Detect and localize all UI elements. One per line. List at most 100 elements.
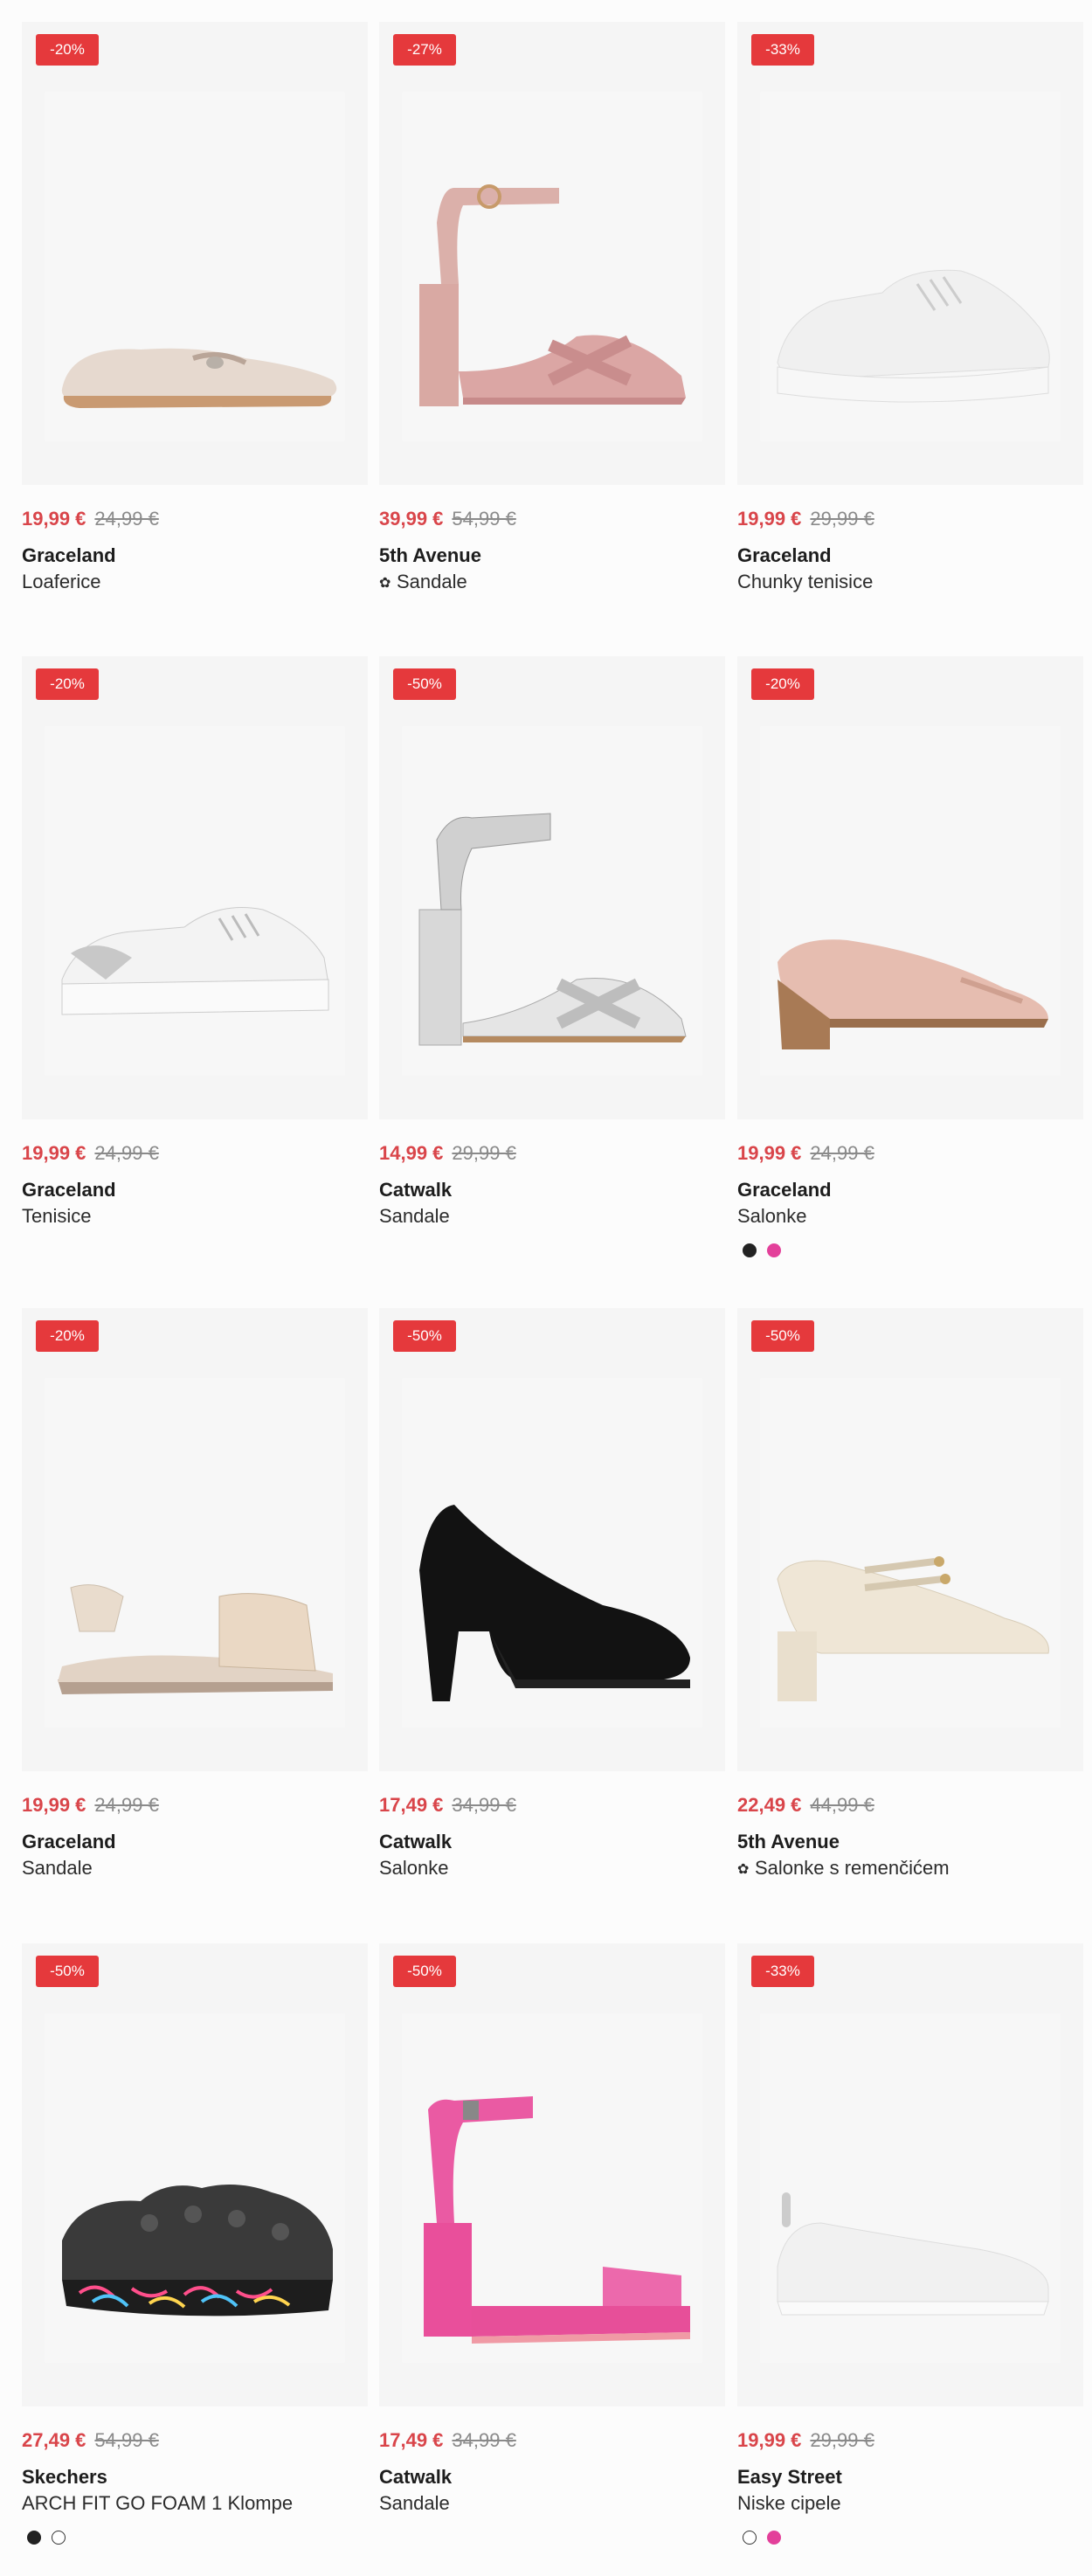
sale-price: 27,49 €	[22, 2429, 86, 2451]
product-type: Salonke s remenčićem	[755, 1857, 950, 1879]
product-brand[interactable]: Graceland	[22, 1831, 116, 1853]
product-card[interactable]: -33% 19,99 € 29,99 € Graceland Chunky ten…	[737, 22, 1083, 607]
product-brand[interactable]: 5th Avenue	[379, 544, 481, 567]
color-swatch-pink[interactable]	[767, 1243, 781, 1257]
product-card[interactable]: -50% 27,49 € 54,99 € Skechers ARCH FIT GO…	[22, 1943, 368, 2555]
discount-badge: -50%	[36, 1956, 99, 1987]
product-image[interactable]: -33%	[737, 22, 1083, 485]
product-card[interactable]: -50% 17,49 € 34,99 € Catwalk Salonke	[379, 1308, 725, 1894]
product-card[interactable]: -27% 39,99 € 54,99 € 5th Avenue ✿ Sandale	[379, 22, 725, 607]
shoe-image	[402, 1457, 702, 1736]
sale-price: 19,99 €	[22, 1794, 86, 1816]
product-image[interactable]: -33%	[737, 1943, 1083, 2406]
color-swatch-white[interactable]	[52, 2531, 66, 2545]
color-swatch-pink[interactable]	[767, 2531, 781, 2545]
product-image[interactable]: -50%	[379, 1308, 725, 1771]
product-image[interactable]: -50%	[379, 656, 725, 1119]
product-brand[interactable]: Graceland	[737, 544, 832, 567]
color-swatches	[743, 2531, 781, 2545]
product-card[interactable]: -33% 19,99 € 29,99 € Easy Street Niske ci…	[737, 1943, 1083, 2555]
product-brand[interactable]: Graceland	[22, 1179, 116, 1201]
price-row: 17,49 € 34,99 €	[379, 1794, 516, 1820]
price-row: 19,99 € 24,99 €	[22, 508, 159, 534]
price-row: 19,99 € 29,99 €	[737, 508, 874, 534]
product-name[interactable]: Sandale	[379, 1205, 450, 1228]
product-name[interactable]: Salonke	[737, 1205, 807, 1228]
shoe-image	[760, 170, 1061, 450]
product-name[interactable]: Chunky tenisice	[737, 571, 873, 593]
price-row: 19,99 € 29,99 €	[737, 2429, 874, 2455]
product-card[interactable]: -50% 17,49 € 34,99 € Catwalk Sandale	[379, 1943, 725, 2529]
product-card[interactable]: -20% 19,99 € 24,99 € Graceland Salonke	[737, 656, 1083, 1268]
discount-badge: -20%	[36, 1320, 99, 1352]
product-image[interactable]: -20%	[22, 22, 368, 485]
discount-badge: -50%	[393, 668, 456, 700]
sale-price: 19,99 €	[737, 508, 802, 530]
product-image[interactable]: -50%	[379, 1943, 725, 2406]
discount-badge: -27%	[393, 34, 456, 66]
product-brand[interactable]: Catwalk	[379, 2466, 452, 2489]
product-name[interactable]: ✿ Sandale	[379, 571, 467, 593]
color-swatch-black[interactable]	[743, 1243, 757, 1257]
original-price: 54,99 €	[94, 2429, 159, 2451]
product-image[interactable]: -50%	[737, 1308, 1083, 1771]
product-name[interactable]: Loaferice	[22, 571, 101, 593]
color-swatches	[27, 2531, 66, 2545]
discount-badge: -50%	[751, 1320, 814, 1352]
product-image[interactable]: -50%	[22, 1943, 368, 2406]
discount-badge: -33%	[751, 34, 814, 66]
original-price: 34,99 €	[452, 1794, 516, 1816]
product-type: Niske cipele	[737, 2492, 841, 2514]
product-image[interactable]: -20%	[22, 1308, 368, 1771]
original-price: 24,99 €	[94, 1794, 159, 1816]
price-row: 39,99 € 54,99 €	[379, 508, 516, 534]
product-brand[interactable]: Graceland	[737, 1179, 832, 1201]
color-swatches	[743, 1243, 781, 1257]
color-swatch-white[interactable]	[743, 2531, 757, 2545]
sale-price: 19,99 €	[22, 1142, 86, 1164]
product-card[interactable]: -20% 19,99 € 24,99 € Graceland Loaferice	[22, 22, 368, 607]
product-name[interactable]: ARCH FIT GO FOAM 1 Klompe	[22, 2492, 293, 2515]
product-brand[interactable]: Easy Street	[737, 2466, 842, 2489]
product-brand[interactable]: Catwalk	[379, 1179, 452, 1201]
price-row: 19,99 € 24,99 €	[22, 1794, 159, 1820]
price-row: 22,49 € 44,99 €	[737, 1794, 874, 1820]
product-type: ARCH FIT GO FOAM 1 Klompe	[22, 2492, 294, 2514]
sale-price: 17,49 €	[379, 2429, 444, 2451]
product-card[interactable]: -50% 14,99 € 29,99 € Catwalk Sandale	[379, 656, 725, 1242]
product-name[interactable]: Sandale	[379, 2492, 450, 2515]
product-name[interactable]: ✿ Salonke s remenčićem	[737, 1857, 950, 1880]
product-name[interactable]: Sandale	[22, 1857, 93, 1880]
product-name[interactable]: Tenisice	[22, 1205, 91, 1228]
price-row: 19,99 € 24,99 €	[737, 1142, 874, 1168]
shoe-image	[45, 1457, 345, 1736]
product-brand[interactable]: Catwalk	[379, 1831, 452, 1853]
price-row: 14,99 € 29,99 €	[379, 1142, 516, 1168]
product-image[interactable]: -27%	[379, 22, 725, 485]
original-price: 44,99 €	[810, 1794, 874, 1816]
leaf-icon: ✿	[737, 1862, 750, 1877]
color-swatch-black[interactable]	[27, 2531, 41, 2545]
discount-badge: -20%	[36, 668, 99, 700]
sale-price: 19,99 €	[737, 1142, 802, 1164]
shoe-image	[45, 2092, 345, 2372]
shoe-image	[402, 2092, 702, 2372]
sale-price: 17,49 €	[379, 1794, 444, 1816]
product-type: Salonke	[379, 1857, 449, 1879]
discount-badge: -20%	[36, 34, 99, 66]
product-brand[interactable]: 5th Avenue	[737, 1831, 840, 1853]
product-type: Tenisice	[22, 1205, 92, 1227]
product-card[interactable]: -50% 22,49 € 44,99 € 5th Avenue ✿ Salonke …	[737, 1308, 1083, 1894]
product-card[interactable]: -20% 19,99 € 24,99 € Graceland Tenisice	[22, 656, 368, 1242]
product-type: Loaferice	[22, 571, 101, 592]
shoe-image	[760, 1457, 1061, 1736]
product-image[interactable]: -20%	[22, 656, 368, 1119]
product-image[interactable]: -20%	[737, 656, 1083, 1119]
product-name[interactable]: Salonke	[379, 1857, 449, 1880]
product-name[interactable]: Niske cipele	[737, 2492, 841, 2515]
price-row: 27,49 € 54,99 €	[22, 2429, 159, 2455]
product-brand[interactable]: Skechers	[22, 2466, 107, 2489]
product-card[interactable]: -20% 19,99 € 24,99 € Graceland Sandale	[22, 1308, 368, 1894]
sale-price: 14,99 €	[379, 1142, 444, 1164]
product-brand[interactable]: Graceland	[22, 544, 116, 567]
